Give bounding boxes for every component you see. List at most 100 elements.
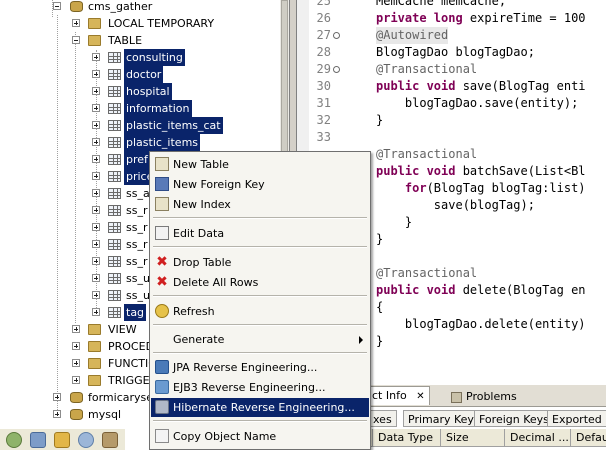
add-icon[interactable] <box>6 432 22 448</box>
code-line: blogTagDao.save(entity); <box>376 96 579 110</box>
expand-toggle-icon[interactable] <box>92 257 100 265</box>
copy-icon <box>155 429 169 443</box>
folder-icon <box>88 18 101 29</box>
database-icon <box>70 392 83 403</box>
code-keyword: public void <box>376 283 456 297</box>
menu-item-generate[interactable]: Generate <box>151 330 369 349</box>
tree-node-label: ss_r <box>126 221 148 234</box>
line-number: 29 <box>316 62 331 76</box>
menu-item-edit-data[interactable]: Edit Data <box>151 224 369 243</box>
collapse-toggle-icon[interactable] <box>53 2 61 10</box>
collapse-toggle-icon[interactable] <box>72 36 80 44</box>
tree-node-label: ss_u <box>126 272 150 285</box>
expand-toggle-icon[interactable] <box>72 376 80 384</box>
menu-item-label: Refresh <box>173 305 215 318</box>
code-line: } <box>376 334 384 348</box>
column-header-size[interactable]: Size <box>441 429 505 447</box>
tree-node-label: ss_a <box>126 187 150 200</box>
expand-toggle-icon[interactable] <box>53 410 61 418</box>
save-icon[interactable] <box>30 432 46 448</box>
menu-item-label: Drop Table <box>173 256 232 269</box>
expand-toggle-icon[interactable] <box>72 19 80 27</box>
column-header-data-type[interactable]: Data Type <box>373 429 441 447</box>
folder-icon <box>88 358 101 369</box>
table-icon <box>108 69 121 80</box>
object-info-view: ct Info ✕ Problems xes Primary Key Forei… <box>367 385 606 450</box>
menu-separator <box>153 295 367 297</box>
tab-object-info[interactable]: ct Info ✕ <box>367 386 430 405</box>
folder-icon <box>88 341 101 352</box>
problems-icon <box>451 391 462 403</box>
expand-toggle-icon[interactable] <box>72 325 80 333</box>
new-table-icon <box>155 157 169 171</box>
tab-primary-key[interactable]: Primary Key <box>403 410 479 427</box>
line-number: 28 <box>316 45 331 59</box>
table-icon <box>108 290 121 301</box>
object-info-subtabs: xes Primary Key Foreign Keys Exported K <box>369 408 606 443</box>
tab-foreign-keys[interactable]: Foreign Keys <box>474 410 554 427</box>
submenu-arrow-icon <box>359 336 363 344</box>
expand-toggle-icon[interactable] <box>92 70 100 78</box>
menu-item-hibernate-reverse-engineering[interactable]: Hibernate Reverse Engineering... <box>151 398 369 417</box>
export-icon[interactable] <box>102 432 118 448</box>
column-header-decimal[interactable]: Decimal ... <box>505 429 571 447</box>
expand-toggle-icon[interactable] <box>92 104 100 112</box>
tree-node-label: cms_gather <box>88 0 153 13</box>
line-number: 33 <box>316 130 331 144</box>
expand-toggle-icon[interactable] <box>92 291 100 299</box>
search-icon[interactable] <box>78 432 94 448</box>
tab-label: Problems <box>466 390 517 403</box>
tree-guide <box>57 15 58 410</box>
expand-toggle-icon[interactable] <box>92 172 100 180</box>
menu-item-jpa-reverse-engineering[interactable]: JPA Reverse Engineering... <box>151 358 369 377</box>
tree-node-label: ss_r <box>126 238 148 251</box>
expand-toggle-icon[interactable] <box>92 308 100 316</box>
column-header-default[interactable]: Defau <box>571 429 606 447</box>
close-icon[interactable]: ✕ <box>416 391 424 402</box>
table-icon <box>108 239 121 250</box>
fold-collapse-icon[interactable] <box>333 66 340 73</box>
tree-node-label: doctor <box>124 66 164 83</box>
fold-collapse-icon[interactable] <box>333 32 340 39</box>
expand-toggle-icon[interactable] <box>92 240 100 248</box>
tab-exported-keys[interactable]: Exported K <box>547 410 606 443</box>
tree-node-label: pref <box>124 151 150 168</box>
delete-icon: ✖ <box>156 254 168 270</box>
code-keyword: for <box>376 181 427 195</box>
expand-toggle-icon[interactable] <box>92 138 100 146</box>
menu-item-ejb3-reverse-engineering[interactable]: EJB3 Reverse Engineering... <box>151 378 369 397</box>
columns-grid-header: Data Type Size Decimal ... Defau <box>371 429 606 447</box>
database-icon <box>70 409 83 420</box>
menu-item-copy-object-name[interactable]: Copy Object Name <box>151 427 369 446</box>
tab-problems[interactable]: Problems <box>447 388 521 406</box>
expand-toggle-icon[interactable] <box>92 53 100 61</box>
menu-item-new-foreign-key[interactable]: New Foreign Key <box>151 175 369 194</box>
folder-icon <box>88 324 101 335</box>
expand-toggle-icon[interactable] <box>92 274 100 282</box>
expand-toggle-icon[interactable] <box>53 393 61 401</box>
menu-item-delete-all-rows[interactable]: ✖ Delete All Rows <box>151 273 369 292</box>
menu-item-drop-table[interactable]: ✖ Drop Table <box>151 253 369 272</box>
expand-toggle-icon[interactable] <box>92 223 100 231</box>
code-line: save(blogTag); <box>376 198 535 212</box>
expand-toggle-icon[interactable] <box>72 342 80 350</box>
expand-toggle-icon[interactable] <box>92 121 100 129</box>
expand-toggle-icon[interactable] <box>92 87 100 95</box>
jpa-icon <box>155 360 169 374</box>
code-line: private long expireTime = 100 <box>376 10 586 27</box>
menu-item-new-index[interactable]: New Index <box>151 195 369 214</box>
table-icon <box>108 222 121 233</box>
table-icon <box>108 103 121 114</box>
menu-item-label: Edit Data <box>173 227 225 240</box>
tab-indexes[interactable]: xes <box>369 410 397 427</box>
menu-item-refresh[interactable]: Refresh <box>151 302 369 321</box>
menu-item-new-table[interactable]: New Table <box>151 155 369 174</box>
line-number: 26 <box>316 11 331 25</box>
code-text: delete(BlogTag en <box>455 283 586 297</box>
expand-toggle-icon[interactable] <box>72 359 80 367</box>
expand-toggle-icon[interactable] <box>92 189 100 197</box>
expand-toggle-icon[interactable] <box>92 155 100 163</box>
code-text: batchSave(List<Bl <box>455 164 586 178</box>
edit-icon[interactable] <box>54 432 70 448</box>
expand-toggle-icon[interactable] <box>92 206 100 214</box>
